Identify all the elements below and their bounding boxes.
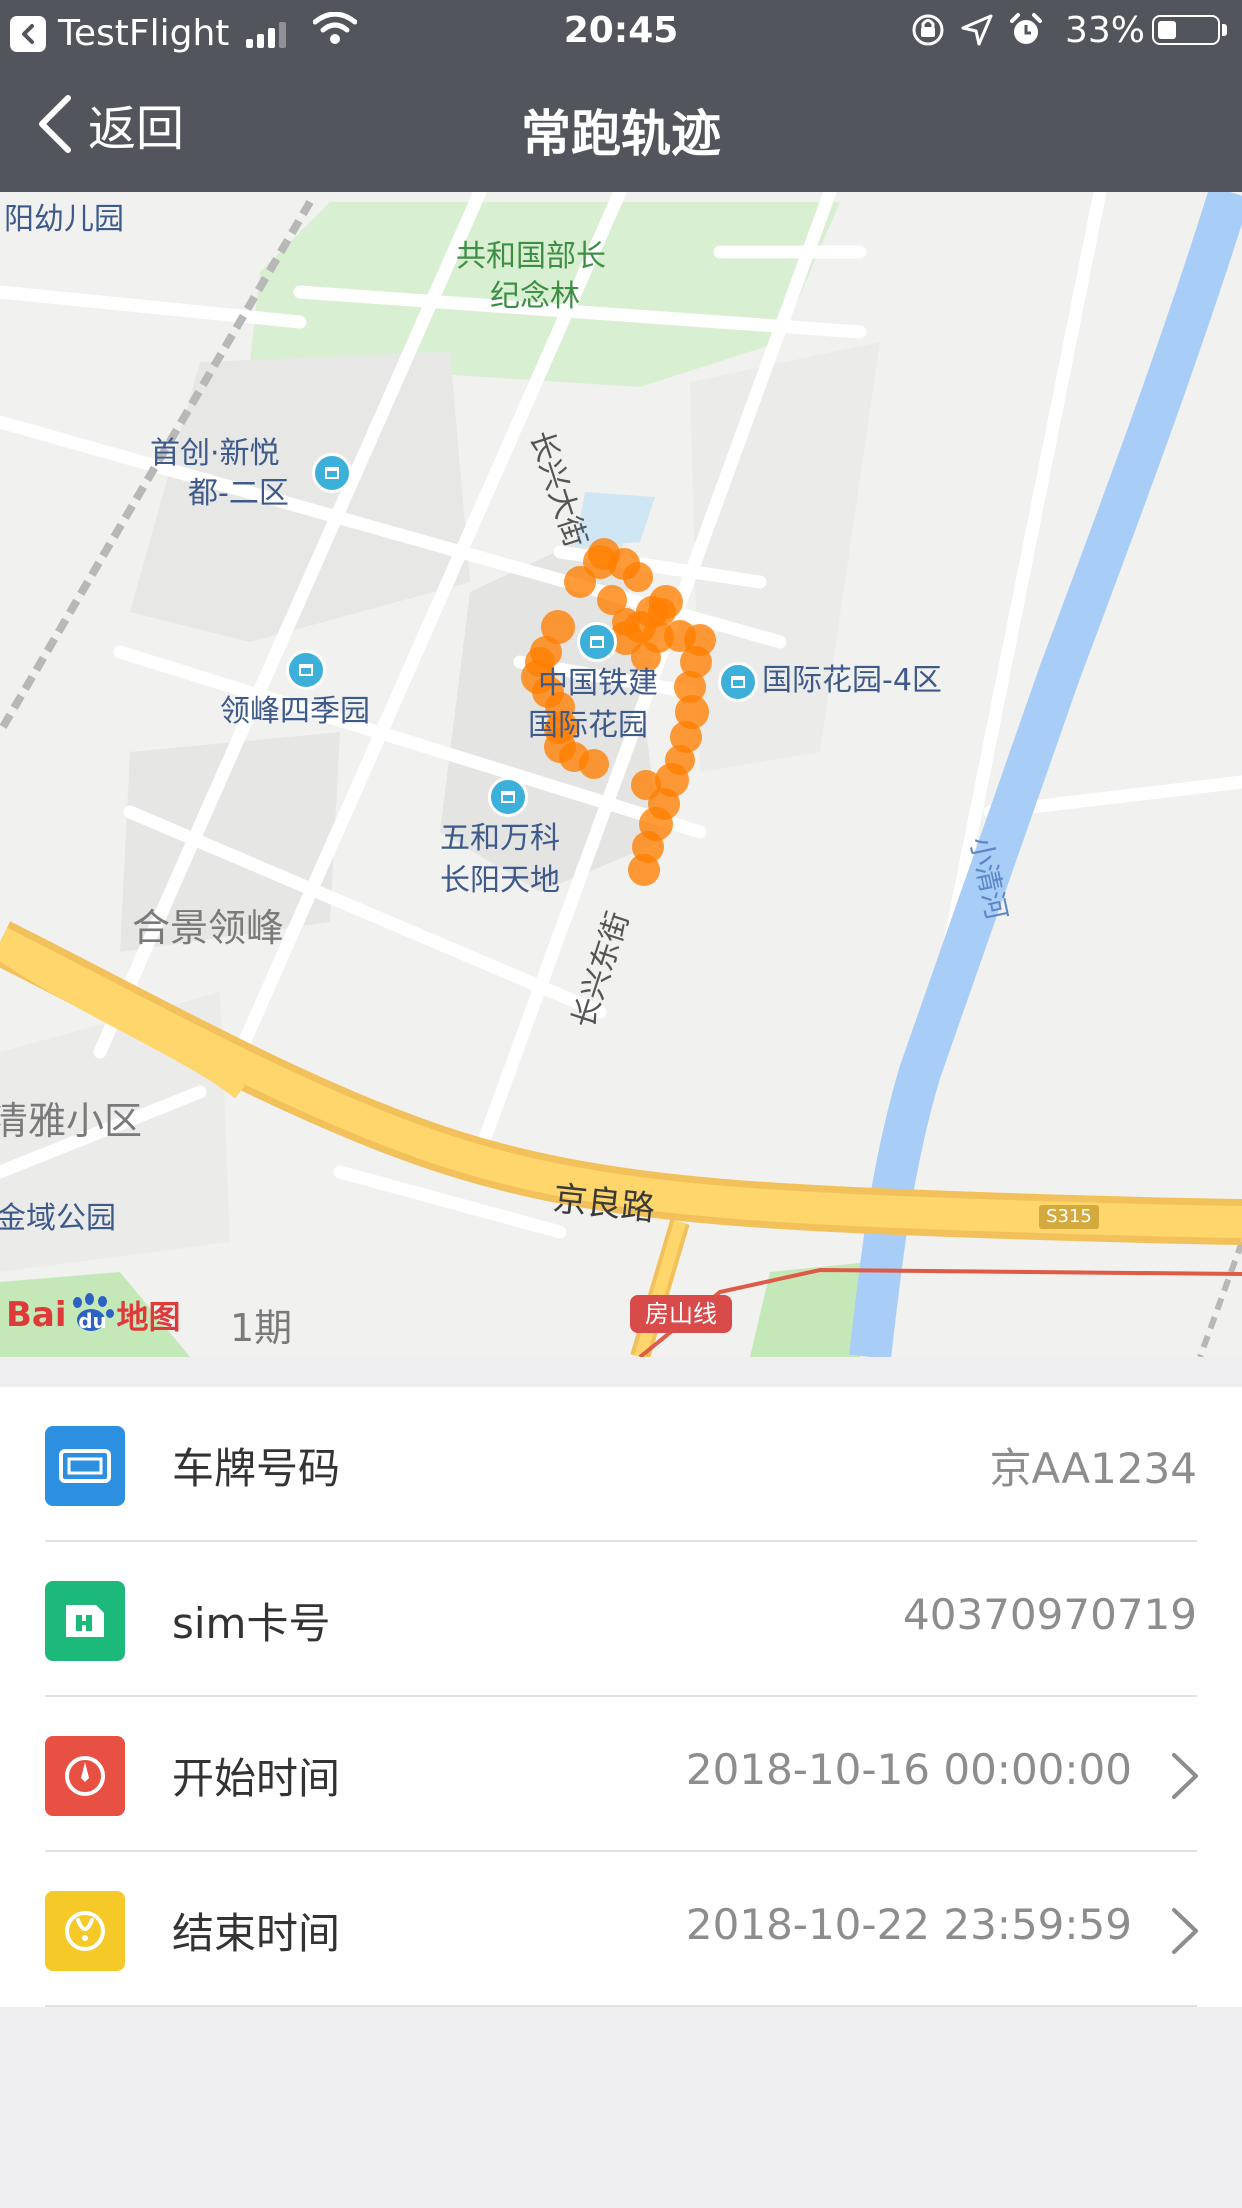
map-label-lingfeng-siji[interactable]: 领峰四季园: [220, 694, 370, 730]
status-icons: [910, 12, 1058, 48]
fangshan-line-badge[interactable]: 房山线: [630, 1295, 732, 1333]
chevron-right-icon: [1172, 1908, 1198, 1954]
info-label-start-time: 开始时间: [172, 1754, 341, 1803]
status-bar: TestFlight 20:45 33%: [0, 0, 1242, 60]
info-label-sim-card: sim卡号: [172, 1599, 331, 1648]
s315-badge: S315: [1039, 1205, 1099, 1229]
map-label-phase-1[interactable]: 1期: [230, 1306, 292, 1351]
battery-icon: [1152, 15, 1220, 45]
map-label-jinyu[interactable]: 金域公园: [0, 1201, 116, 1237]
info-value-sim-card: 40370970719: [903, 1590, 1197, 1639]
map-label-intl-garden-4[interactable]: 国际花园-4区: [762, 663, 942, 699]
header: TestFlight 20:45 33% 返回 常跑轨迹: [0, 0, 1242, 192]
info-value-license-plate: 京AA1234: [989, 1444, 1197, 1493]
baidu-logo-text: Bai: [6, 1295, 67, 1335]
battery-percent: 33%: [1065, 10, 1146, 51]
map-label-shouchuang-1[interactable]: 首创·新悦: [150, 436, 280, 472]
alarm-icon: [1010, 13, 1042, 44]
map-label-hejing[interactable]: 合景领峰: [132, 906, 284, 951]
info-value-start-time: 2018-10-16 00:00:00: [685, 1745, 1132, 1794]
map-label-memorial-forest-2[interactable]: 纪念林: [490, 279, 580, 315]
info-row-sim-card: sim卡号 40370970719: [0, 1542, 1242, 1697]
baidu-ditu-text: 地图: [116, 1298, 181, 1336]
location-icon: [961, 14, 993, 46]
map-label-memorial-forest-1[interactable]: 共和国部长: [456, 239, 606, 275]
end-time-icon: [45, 1891, 125, 1971]
sim-card-icon: [45, 1581, 125, 1661]
map-view[interactable]: 阳幼儿园 共和国部长 纪念林 长兴大街 首创·新悦 都-二区 领峰四季园 中国铁…: [0, 192, 1242, 1357]
chevron-right-icon: [1172, 1753, 1198, 1799]
battery-fill: [1158, 21, 1176, 39]
baidu-map-logo: Bai du 地图: [6, 1292, 181, 1338]
page-title: 常跑轨迹: [521, 105, 721, 163]
info-value-end-time: 2018-10-22 23:59:59: [685, 1900, 1132, 1949]
info-label-license-plate: 车牌号码: [172, 1444, 341, 1493]
poi-icon-lingfeng[interactable]: [286, 650, 326, 690]
start-time-icon: [45, 1736, 125, 1816]
info-row-end-time[interactable]: 结束时间 2018-10-22 23:59:59: [0, 1852, 1242, 2007]
map-label-kindergarten[interactable]: 阳幼儿园: [4, 202, 124, 238]
map-label-shouchuang-2[interactable]: 都-二区: [188, 476, 289, 512]
info-row-start-time[interactable]: 开始时间 2018-10-16 00:00:00: [0, 1697, 1242, 1852]
info-label-end-time: 结束时间: [172, 1909, 341, 1958]
poi-icon-shouchuang[interactable]: [312, 453, 352, 493]
map-label-china-railway-2[interactable]: 国际花园: [528, 708, 648, 744]
map-canvas: [0, 192, 1242, 1357]
divider: [45, 2005, 1197, 2007]
rotation-lock-icon: [912, 14, 944, 46]
poi-icon-intl-garden[interactable]: [718, 662, 758, 702]
info-row-license-plate: 车牌号码 京AA1234: [0, 1387, 1242, 1542]
map-label-qingya[interactable]: 清雅小区: [0, 1099, 142, 1144]
map-label-china-railway-1[interactable]: 中国铁建: [538, 666, 658, 702]
battery-cap: [1222, 24, 1227, 36]
vehicle-info-list: 车牌号码 京AA1234 sim卡号 40370970719 开始时间 2018…: [0, 1387, 1242, 2007]
map-label-wuhe-1[interactable]: 五和万科: [440, 821, 560, 857]
license-plate-icon: [45, 1426, 125, 1506]
poi-icon-china-railway[interactable]: [577, 622, 617, 662]
map-label-wuhe-2[interactable]: 长阳天地: [440, 863, 560, 899]
poi-icon-wuhe[interactable]: [488, 777, 528, 817]
baidu-du-text: du: [78, 1309, 107, 1333]
